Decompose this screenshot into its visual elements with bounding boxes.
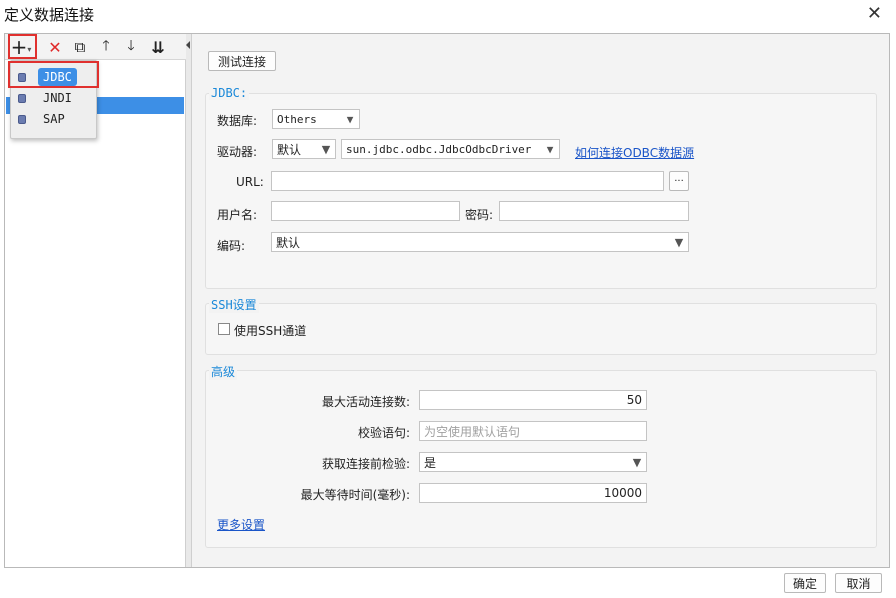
validation-query-label: 校验语句: (357, 426, 410, 440)
test-before-borrow-label: 获取连接前检验: (321, 457, 410, 471)
test-before-borrow-select[interactable]: 是 ▼ (419, 452, 647, 472)
more-settings-link[interactable]: 更多设置 (217, 516, 265, 533)
sort-button[interactable]: ⇊ (148, 37, 168, 57)
odbc-help-link[interactable]: 如何连接ODBC数据源 (575, 144, 694, 161)
database-icon (18, 93, 26, 103)
url-label: URL: (236, 175, 264, 189)
collapse-arrow-icon (186, 41, 190, 49)
username-label: 用户名: (217, 208, 258, 222)
window-title: 定义数据连接 (4, 6, 95, 24)
ssh-tunnel-checkbox[interactable] (218, 323, 230, 335)
url-browse-button[interactable]: ··· (669, 171, 689, 191)
delete-icon: ✕ (48, 37, 62, 57)
arrow-up-icon: 🡑 (102, 38, 110, 54)
database-select-value: Others (277, 112, 317, 126)
chevron-down-icon: ▼ (674, 235, 684, 249)
jdbc-group-title: JDBC: (209, 86, 250, 100)
menu-item-jndi[interactable]: JNDI (18, 89, 77, 107)
cancel-button[interactable]: 取消 (835, 573, 882, 593)
sort-icon: ⇊ (151, 37, 165, 57)
ssh-tunnel-label: 使用SSH通道 (234, 324, 307, 338)
arrow-down-icon: 🡓 (127, 38, 135, 54)
driver-mode-value: 默认 (277, 142, 302, 157)
dialog-footer (0, 568, 896, 598)
max-wait-label: 最大等待时间(毫秒): (300, 488, 410, 502)
validation-query-input[interactable]: 为空使用默认语句 (419, 421, 647, 441)
close-icon[interactable]: ✕ (867, 4, 882, 24)
move-down-button[interactable]: 🡓 (121, 37, 141, 57)
menu-item-sap[interactable]: SAP (18, 110, 70, 128)
menu-item-label: JNDI (43, 91, 72, 105)
menu-item-label: SAP (43, 112, 65, 126)
max-active-input[interactable]: 50 (419, 390, 647, 410)
chevron-down-icon: ▼ (546, 142, 554, 156)
max-active-label: 最大活动连接数: (321, 395, 410, 409)
driver-class-value: sun.jdbc.odbc.JdbcOdbcDriver (346, 142, 532, 156)
driver-mode-select[interactable]: 默认 ▼ (272, 139, 336, 159)
ok-button[interactable]: 确定 (784, 573, 826, 593)
test-before-borrow-value: 是 (424, 455, 437, 470)
password-label: 密码: (465, 208, 494, 222)
driver-class-select[interactable]: sun.jdbc.odbc.JdbcOdbcDriver ▼ (341, 139, 560, 159)
ssh-group-title: SSH设置 (209, 296, 259, 313)
jdbc-item-highlight (8, 61, 99, 88)
database-label: 数据库: (217, 114, 258, 128)
database-icon (18, 114, 26, 124)
add-button-highlight (8, 34, 37, 59)
database-select[interactable]: Others ▼ (272, 109, 360, 129)
delete-connection-button[interactable]: ✕ (45, 37, 65, 57)
chevron-down-icon: ▼ (632, 455, 642, 469)
password-input[interactable] (499, 201, 689, 221)
driver-label: 驱动器: (217, 145, 258, 159)
max-wait-input[interactable]: 10000 (419, 483, 647, 503)
encoding-label: 编码: (217, 239, 246, 253)
chevron-down-icon: ▼ (321, 142, 331, 156)
encoding-value: 默认 (276, 235, 301, 250)
encoding-select[interactable]: 默认 ▼ (271, 232, 689, 252)
advanced-group-title: 高级 (209, 363, 238, 380)
move-up-button[interactable]: 🡑 (96, 37, 116, 57)
panel-splitter[interactable] (186, 34, 192, 567)
chevron-down-icon: ▼ (346, 112, 354, 126)
copy-connection-button[interactable]: ⧉ (70, 37, 90, 57)
test-connection-button[interactable]: 测试连接 (208, 51, 276, 71)
username-input[interactable] (271, 201, 460, 221)
url-input[interactable] (271, 171, 664, 191)
copy-icon: ⧉ (74, 38, 86, 56)
